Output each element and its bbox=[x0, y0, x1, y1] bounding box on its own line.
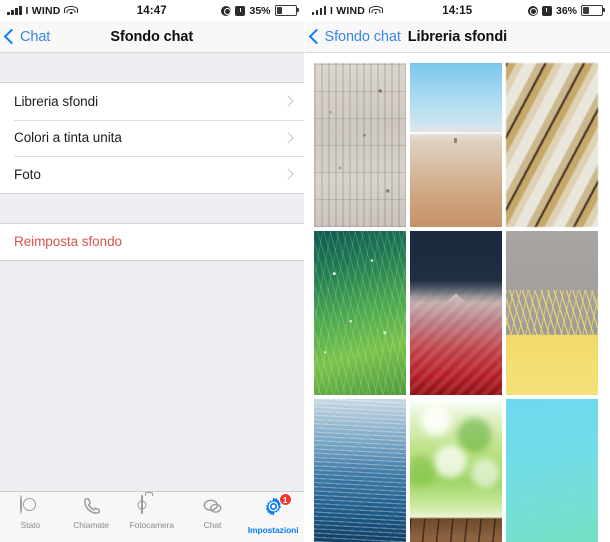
wallpaper-thumbnail-cyan-teal-gradient[interactable] bbox=[505, 399, 598, 542]
right-status-bar: I WIND 14:15 36% bbox=[304, 0, 610, 21]
tab-fotocamera[interactable]: Fotocamera bbox=[121, 495, 182, 530]
back-button-sfondo-chat[interactable]: Sfondo chat bbox=[305, 29, 401, 45]
wallpaper-thumbnail-geometric-chevron[interactable] bbox=[409, 231, 502, 395]
tab-label: Fotocamera bbox=[129, 520, 174, 530]
battery-icon bbox=[274, 4, 299, 17]
left-phone-screen: I WIND 14:47 35% Chat Sfondo chat Librer… bbox=[0, 0, 304, 542]
settings-list-scroll: Libreria sfondi Colori a tinta unita Fot… bbox=[0, 53, 304, 542]
sidebar-item-colori-a-tinta-unita[interactable]: Colori a tinta unita bbox=[0, 119, 304, 156]
tab-label: Chat bbox=[203, 520, 222, 530]
list-top-spacer bbox=[0, 53, 304, 82]
status-badge: 1 bbox=[278, 493, 292, 506]
gear-icon bbox=[263, 497, 284, 521]
tab-impostazioni[interactable]: 1 Impostazioni bbox=[243, 493, 304, 535]
left-nav-bar: Chat Sfondo chat bbox=[0, 21, 304, 53]
battery-percent-label: 36% bbox=[555, 4, 577, 17]
tab-stato[interactable]: Stato bbox=[0, 495, 61, 530]
row-label: Reimposta sfondo bbox=[14, 234, 123, 250]
right-phone-screen: I WIND 14:15 36% Sfondo chat Libreria sf… bbox=[303, 0, 610, 542]
tab-label: Chiamate bbox=[73, 520, 109, 530]
gear-wrap: 1 bbox=[263, 493, 292, 522]
reset-wallpaper-button[interactable]: Reimposta sfondo bbox=[0, 223, 304, 260]
back-button-label: Sfondo chat bbox=[324, 28, 401, 45]
status-right-group: 36% bbox=[527, 4, 605, 17]
phone-handset-icon bbox=[81, 496, 102, 517]
tab-label: Impostazioni bbox=[247, 525, 299, 535]
chevron-left-icon bbox=[3, 28, 20, 45]
wallpaper-thumbnail-beach-sand-sky[interactable] bbox=[409, 63, 502, 227]
left-status-bar: I WIND 14:47 35% bbox=[0, 0, 304, 21]
chevron-right-icon bbox=[281, 132, 294, 144]
page-title: Libreria sfondi bbox=[407, 28, 508, 45]
row-label: Libreria sfondi bbox=[14, 93, 99, 109]
tab-chat[interactable]: Chat bbox=[182, 496, 243, 530]
back-button-chat[interactable]: Chat bbox=[0, 29, 50, 45]
right-nav-bar: Sfondo chat Libreria sfondi bbox=[304, 21, 610, 53]
camera-icon bbox=[141, 495, 162, 517]
wallpaper-thumbnail-green-grass-dew[interactable] bbox=[313, 231, 406, 395]
row-label: Colori a tinta unita bbox=[14, 130, 122, 146]
chevron-right-icon bbox=[281, 95, 294, 107]
back-button-label: Chat bbox=[20, 28, 51, 45]
wallpaper-thumbnail-green-bokeh-wood-deck[interactable] bbox=[409, 399, 502, 542]
alarm-clock-icon bbox=[235, 5, 246, 16]
wallpaper-thumbnail-yellow-wheat-grey[interactable] bbox=[505, 231, 598, 395]
sidebar-item-libreria-sfondi[interactable]: Libreria sfondi bbox=[0, 83, 304, 120]
rotation-lock-icon bbox=[527, 5, 538, 16]
wallpaper-source-group: Libreria sfondi Colori a tinta unita Fot… bbox=[0, 82, 304, 194]
alarm-clock-icon bbox=[541, 5, 552, 16]
wallpaper-thumbnail-blue-water-ripples[interactable] bbox=[313, 399, 406, 542]
battery-icon bbox=[581, 4, 605, 17]
tab-chiamate[interactable]: Chiamate bbox=[61, 496, 122, 530]
status-rings-icon bbox=[19, 495, 41, 517]
tab-label: Stato bbox=[20, 520, 41, 530]
battery-percent-label: 35% bbox=[249, 4, 271, 17]
dual-screenshot-container: I WIND 14:47 35% Chat Sfondo chat Librer… bbox=[0, 0, 610, 542]
wallpaper-thumbnail-grey-wood-planks[interactable] bbox=[313, 63, 406, 227]
chevron-left-icon bbox=[308, 28, 324, 45]
wallpaper-thumbnail-diagonal-wood-planks[interactable] bbox=[505, 63, 598, 227]
bottom-tab-bar: Stato Chiamate Fotocamera Chat 1 Imposta… bbox=[0, 491, 304, 542]
rotation-lock-icon bbox=[221, 5, 232, 16]
wallpaper-grid bbox=[304, 53, 610, 542]
row-label: Foto bbox=[14, 166, 41, 182]
chevron-right-icon bbox=[281, 168, 294, 180]
status-right-group: 35% bbox=[221, 4, 299, 17]
sidebar-item-foto[interactable]: Foto bbox=[0, 156, 304, 193]
list-middle-spacer bbox=[0, 193, 304, 223]
chat-bubbles-icon bbox=[202, 496, 223, 517]
reset-group: Reimposta sfondo bbox=[0, 222, 304, 261]
